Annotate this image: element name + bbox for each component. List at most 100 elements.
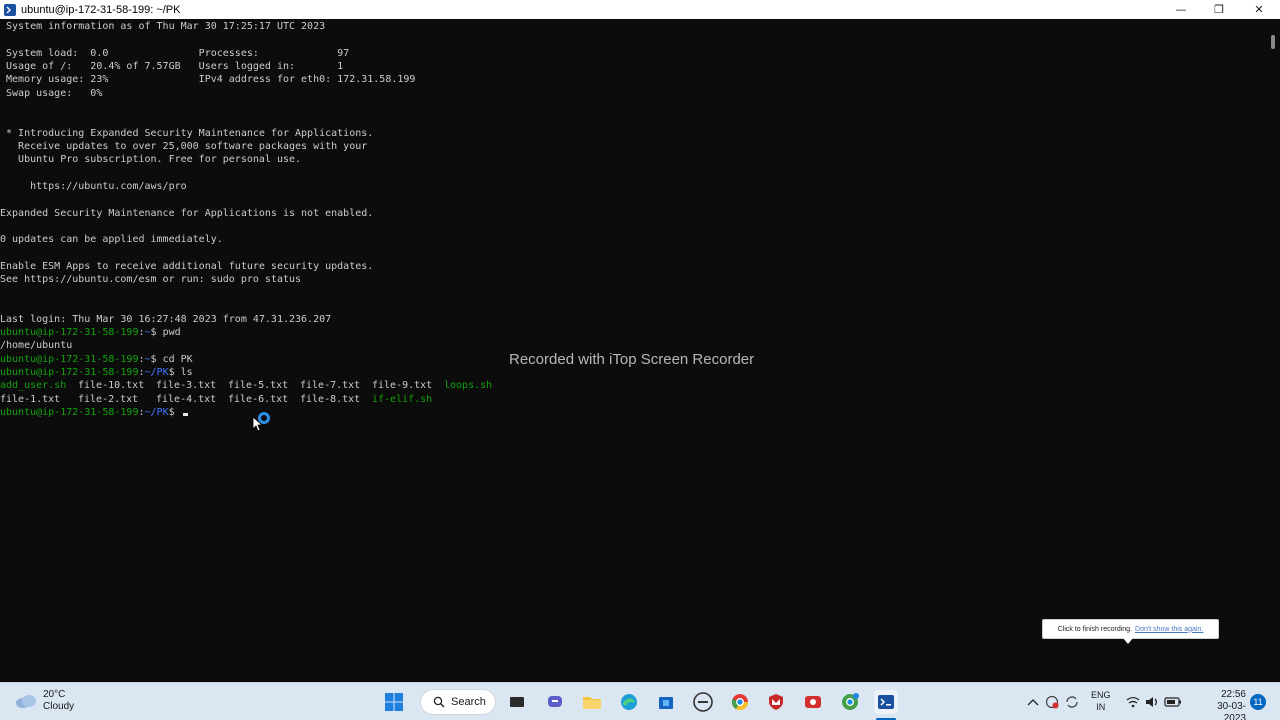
recording-tooltip: Click to finish recording. Don't show th… (1042, 619, 1219, 644)
battery-icon (1164, 697, 1181, 707)
search-label: Search (451, 696, 486, 708)
lang-code: ENG (1091, 690, 1111, 700)
ls-entry: file-3.txt (156, 380, 217, 391)
search-icon (433, 696, 445, 708)
dell-icon (693, 692, 713, 712)
ls-entry: file-8.txt (300, 394, 361, 405)
prompt-path: ~/PK (144, 367, 169, 378)
ls-entry-script: loops.sh (444, 380, 493, 391)
dont-show-again-link[interactable]: Don't show this again. (1135, 626, 1203, 633)
terminal-line: Swap usage: 0% (0, 88, 103, 99)
ls-entry: file-6.txt (228, 394, 289, 405)
terminal-line: System information as of Thu Mar 30 17:2… (0, 21, 326, 32)
prompt-line-current[interactable]: ubuntu@ip-172-31-58-199:~/PK$ (0, 406, 188, 419)
mcafee-button[interactable] (764, 690, 788, 714)
close-button[interactable]: ✕ (1240, 0, 1278, 19)
terminal-app-icon (4, 3, 16, 16)
close-icon: ✕ (1254, 3, 1264, 16)
restore-button[interactable]: ❐ (1200, 0, 1238, 19)
dell-button[interactable] (691, 690, 715, 714)
prompt-command: $ cd PK (150, 354, 193, 365)
prompt-user: ubuntu@ip-172-31-58-199 (0, 327, 139, 338)
ls-entry-script: if-elif.sh (372, 394, 433, 405)
edge-button[interactable] (617, 690, 641, 714)
window-title: ubuntu@ip-172-31-58-199: ~/PK (21, 3, 181, 16)
ls-entry-script: add_user.sh (0, 380, 67, 391)
ls-entry: file-1.txt (0, 394, 61, 405)
weather-widget[interactable]: 20°C Cloudy (14, 689, 74, 713)
battery-button[interactable] (1164, 683, 1182, 720)
weather-temp: 20°C (43, 689, 66, 700)
ls-entry: file-10.txt (78, 380, 145, 391)
volume-button[interactable] (1145, 683, 1159, 720)
terminal-line: Last login: Thu Mar 30 16:27:48 2023 fro… (0, 314, 332, 325)
screen-recorder-button[interactable] (801, 690, 825, 714)
terminal-line: Usage of /: 20.4% of 7.57GB Users logged… (0, 61, 344, 72)
tooltip-tail (1123, 638, 1133, 644)
clock-date: 30-03-2023 (1217, 701, 1246, 720)
terminal-line: See https://ubuntu.com/esm or run: sudo … (0, 274, 302, 285)
task-view-icon (510, 697, 524, 707)
notification-badge[interactable]: 11 (1250, 694, 1266, 710)
prompt-command: $ (168, 407, 181, 418)
edge-browser-icon (621, 694, 637, 710)
windows-logo-icon (385, 693, 403, 711)
prompt-line: ubuntu@ip-172-31-58-199:~$ cd PK (0, 353, 193, 366)
prompt-user: ubuntu@ip-172-31-58-199 (0, 367, 139, 378)
file-explorer-button[interactable] (580, 690, 604, 714)
prompt-line: ubuntu@ip-172-31-58-199:~$ pwd (0, 326, 181, 339)
clock-time: 22:56 (1220, 689, 1246, 700)
wifi-button[interactable] (1126, 683, 1140, 720)
prompt-user: ubuntu@ip-172-31-58-199 (0, 354, 139, 365)
task-view-button[interactable] (505, 690, 529, 714)
text-cursor (182, 413, 188, 416)
store-icon (659, 697, 673, 709)
sync-icon (1066, 696, 1078, 708)
speaker-icon (1146, 697, 1157, 707)
language-indicator[interactable]: ENG IN (1091, 689, 1111, 713)
prompt-command: $ ls (168, 367, 193, 378)
cloud-icon (16, 695, 36, 708)
terminal-line: System load: 0.0 Processes: 97 (0, 48, 350, 59)
show-hidden-icons-button[interactable] (1027, 683, 1039, 720)
system-clock[interactable]: 22:56 30-03-2023 (1196, 689, 1246, 720)
prompt-line: ubuntu@ip-172-31-58-199:~/PK$ ls (0, 366, 193, 379)
prompt-path: ~/PK (144, 407, 169, 418)
terminal-line: Enable ESM Apps to receive additional fu… (0, 261, 374, 272)
prompt-user: ubuntu@ip-172-31-58-199 (0, 407, 139, 418)
terminal-scrollbar[interactable] (1266, 19, 1280, 682)
prompt-command: $ pwd (150, 327, 181, 338)
tooltip-text: Click to finish recording. (1057, 625, 1133, 633)
folder-icon (583, 697, 601, 709)
terminal-line: Expanded Security Maintenance for Applic… (0, 208, 374, 219)
minimize-icon: — (1175, 3, 1187, 16)
chrome-profile-button[interactable] (838, 690, 862, 714)
terminal-icon (878, 695, 894, 709)
store-button[interactable] (654, 690, 678, 714)
teams-chat-button[interactable] (543, 690, 567, 714)
terminal-line: https://ubuntu.com/aws/pro (0, 181, 187, 192)
chrome-button[interactable] (728, 690, 752, 714)
start-button[interactable] (382, 690, 406, 714)
terminal-taskbar-button[interactable] (874, 690, 898, 714)
terminal-line: Receive updates to over 25,000 software … (0, 141, 368, 152)
tray-camera-button[interactable] (1045, 683, 1059, 720)
tray-sync-button[interactable] (1065, 683, 1079, 720)
terminal-line: Ubuntu Pro subscription. Free for person… (0, 154, 302, 165)
terminal-line: * Introducing Expanded Security Maintena… (0, 128, 374, 139)
camera-off-icon (1045, 695, 1059, 709)
chrome-profile-icon (842, 693, 859, 710)
scrollbar-thumb[interactable] (1271, 35, 1275, 49)
recorder-icon (805, 696, 821, 708)
ls-entry: file-5.txt (228, 380, 289, 391)
ls-entry: file-7.txt (300, 380, 361, 391)
ls-entry: file-9.txt (372, 380, 433, 391)
lang-region: IN (1096, 702, 1106, 712)
chrome-icon (731, 694, 749, 711)
chevron-up-icon (1027, 699, 1039, 706)
wifi-icon (1126, 697, 1140, 708)
chat-icon (548, 696, 562, 707)
taskbar-search[interactable]: Search (420, 689, 496, 715)
terminal-line: 0 updates can be applied immediately. (0, 234, 223, 245)
minimize-button[interactable]: — (1162, 0, 1200, 19)
